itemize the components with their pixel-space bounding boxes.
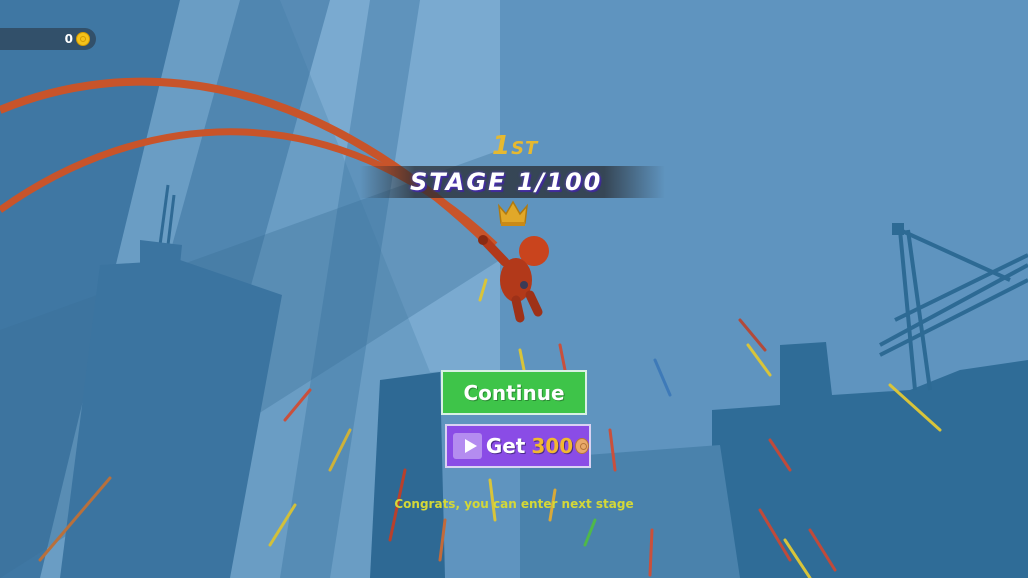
- rank-suffix: ST: [511, 138, 539, 159]
- city-background: [0, 0, 1028, 578]
- video-icon: [453, 433, 482, 459]
- coin-count: 0: [64, 32, 73, 46]
- get-reward-button[interactable]: Get 300: [445, 424, 591, 468]
- congrats-message: Congrats, you can enter next stage: [394, 497, 634, 511]
- continue-label: Continue: [463, 380, 565, 405]
- game-scene: [0, 0, 1028, 578]
- reward-coin-icon: [575, 438, 589, 454]
- rank-badge: 1ST: [492, 131, 538, 161]
- get-label: Get: [485, 434, 526, 458]
- reward-amount: 300: [531, 434, 574, 458]
- stage-label: STAGE 1/100: [410, 168, 603, 196]
- coin-counter: 0: [0, 28, 96, 50]
- continue-button[interactable]: Continue: [441, 370, 587, 415]
- rank-number: 1: [492, 131, 512, 161]
- coin-icon: [76, 32, 90, 46]
